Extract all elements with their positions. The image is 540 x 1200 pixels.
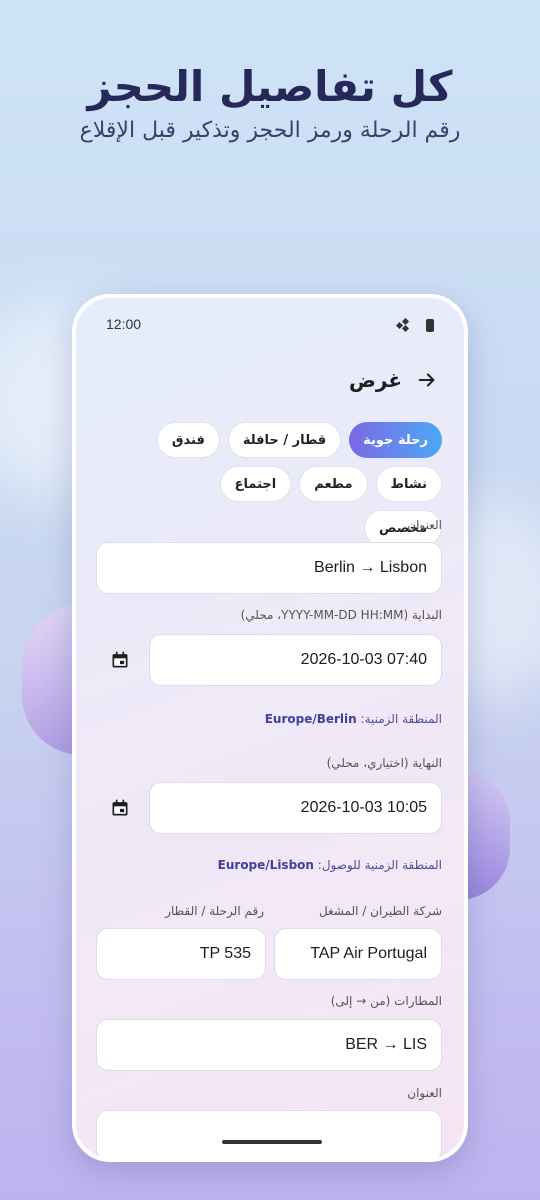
chip-meeting[interactable]: اجتماع — [219, 466, 292, 502]
start-datetime-field[interactable]: 2026-10-03 07:40 — [149, 634, 442, 686]
calendar-icon[interactable] — [110, 798, 130, 818]
flight-number-field[interactable]: TP 535 — [96, 928, 266, 980]
airline-field-label: شركة الطيران / المشغل — [318, 904, 442, 918]
promo-title: كل تفاصيل الحجز — [87, 62, 453, 111]
calendar-icon[interactable] — [110, 650, 130, 670]
start-field-label: البداية (YYYY-MM-DD HH:MM، محلي) — [240, 608, 442, 622]
status-time: 12:00 — [106, 316, 142, 332]
end-field-label: النهاية (اختياري، محلي) — [326, 756, 442, 770]
chip-train-bus[interactable]: قطار / حافلة — [227, 422, 342, 458]
signal-icon — [396, 318, 410, 332]
arrow-right-icon[interactable] — [416, 369, 438, 391]
status-bar: 12:00 — [76, 316, 464, 336]
chip-flight[interactable]: رحلة جوية — [349, 422, 442, 458]
home-indicator[interactable] — [222, 1140, 322, 1144]
app-screen: 12:00 غرض رحلة جوية قطار / حافلة فندق نش… — [76, 298, 464, 1158]
end-timezone: المنطقة الزمنية للوصول: Europe/Lisbon — [218, 858, 442, 872]
chip-hotel[interactable]: فندق — [156, 422, 220, 458]
airports-field[interactable]: BER → LIS — [96, 1019, 442, 1071]
title-field-label: العنوان — [407, 518, 442, 532]
screen-title: غرض — [348, 368, 402, 392]
phone-frame: 12:00 غرض رحلة جوية قطار / حافلة فندق نش… — [72, 294, 468, 1162]
chip-activity[interactable]: نشاط — [375, 466, 442, 502]
start-timezone-label: المنطقة الزمنية: — [360, 712, 442, 726]
screen-header: غرض — [349, 368, 438, 392]
address-field[interactable] — [96, 1110, 442, 1158]
chip-restaurant[interactable]: مطعم — [299, 466, 368, 502]
flight-number-field-label: رقم الرحلة / القطار — [165, 904, 264, 918]
battery-icon — [426, 319, 434, 332]
airline-field[interactable]: TAP Air Portugal — [274, 928, 442, 980]
start-timezone-value: Europe/Berlin — [264, 712, 357, 726]
start-timezone: المنطقة الزمنية: Europe/Berlin — [265, 712, 442, 726]
end-datetime-field[interactable]: 2026-10-03 10:05 — [149, 782, 442, 834]
address-field-label: العنوان — [407, 1086, 442, 1100]
title-field[interactable]: Berlin → Lisbon — [96, 542, 442, 594]
end-timezone-label: المنطقة الزمنية للوصول: — [317, 858, 442, 872]
end-timezone-value: Europe/Lisbon — [217, 858, 314, 872]
promo-subtitle: رقم الرحلة ورمز الحجز وتذكير قبل الإقلاع — [79, 118, 461, 143]
category-chips: رحلة جوية قطار / حافلة فندق نشاط مطعم اج… — [142, 422, 442, 546]
airports-field-label: المطارات (من → إلى) — [330, 994, 442, 1008]
